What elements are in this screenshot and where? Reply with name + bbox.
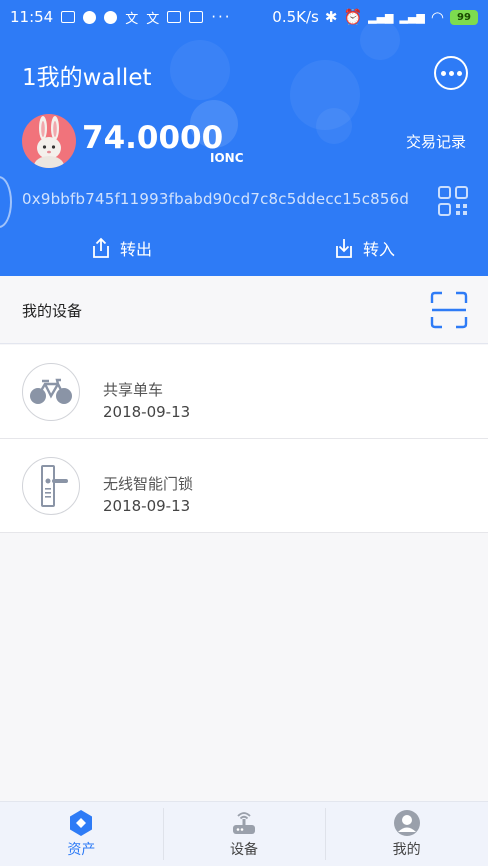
notification-icon [83, 10, 97, 24]
nav-devices[interactable]: 设备 [162, 802, 326, 866]
balance-amount: 74.0000 [82, 120, 224, 156]
nav-profile[interactable]: 我的 [325, 802, 488, 866]
door-lock-icon [41, 465, 68, 507]
download-icon [336, 239, 352, 258]
translate-icon: 文 [125, 11, 139, 27]
device-name: 无线智能门锁 [103, 475, 194, 493]
nav-label: 我的 [392, 842, 421, 858]
balance-unit: IONC [210, 151, 244, 165]
qr-code-icon[interactable] [438, 186, 468, 216]
device-date: 2018-09-13 [103, 497, 191, 515]
transfer-out-label: 转出 [120, 240, 153, 259]
decor-arc [0, 176, 12, 228]
transaction-records-link[interactable]: 交易记录 [406, 131, 466, 152]
keyboard-icon [61, 11, 76, 23]
nav-assets[interactable]: 资产 [0, 802, 163, 866]
wallet-address[interactable]: 0x9bbfb745f11993fbabd90cd7c8c5ddecc15c85… [22, 190, 409, 208]
signal-icon: ▂▄▆ [399, 10, 425, 24]
upload-icon [93, 237, 109, 258]
translate-icon: 文 [146, 11, 160, 27]
bluetooth-icon: ✱ [324, 8, 338, 26]
more-dot [448, 70, 454, 76]
battery-indicator: 99 [450, 9, 478, 25]
status-bar: 11:54 文 文 ··· 0.5K/s ✱ ⏰ ▂▄▆ ▂▄▆ ◠ 99 [0, 0, 488, 34]
device-thumbnail [22, 363, 80, 421]
section-title: 我的设备 [22, 302, 83, 320]
transfer-in-label: 转入 [363, 240, 396, 259]
scan-icon[interactable] [430, 291, 468, 329]
device-list-item[interactable]: 共享单车 2018-09-13 [0, 345, 488, 439]
nav-label: 资产 [67, 842, 96, 858]
bicycle-icon [30, 378, 72, 404]
status-time: 11:54 [10, 8, 54, 26]
device-name: 共享单车 [103, 381, 164, 399]
wallet-title: 1我的wallet [22, 65, 152, 91]
more-dot [440, 70, 446, 76]
decor-circle [170, 40, 230, 100]
empty-area [0, 533, 488, 801]
more-options-button[interactable] [434, 56, 468, 90]
decor-circle [316, 108, 352, 144]
wifi-icon: ◠ [430, 8, 444, 26]
network-speed: 0.5K/s [272, 8, 319, 26]
device-date: 2018-09-13 [103, 403, 191, 421]
user-icon [393, 809, 421, 837]
transfer-in-button[interactable]: 转入 [333, 236, 395, 260]
wallet-header: 11:54 文 文 ··· 0.5K/s ✱ ⏰ ▂▄▆ ▂▄▆ ◠ 99 1我… [0, 0, 488, 276]
more-dot [456, 70, 462, 76]
transfer-out-button[interactable]: 转出 [90, 236, 152, 260]
bottom-nav: 资产 设备 我的 [0, 801, 488, 866]
router-icon [230, 809, 258, 837]
asset-icon [67, 809, 95, 837]
app-icon [167, 11, 182, 23]
avatar[interactable] [22, 114, 76, 168]
signal-icon: ▂▄▆ [368, 10, 394, 24]
device-list-item[interactable]: 无线智能门锁 2018-09-13 [0, 439, 488, 533]
more-notifications-icon: ··· [211, 8, 232, 26]
device-thumbnail [22, 457, 80, 515]
video-app-icon [189, 11, 204, 23]
nav-label: 设备 [230, 842, 258, 858]
alarm-icon: ⏰ [343, 8, 363, 26]
rabbit-avatar-icon [34, 116, 64, 168]
qq-icon [104, 10, 118, 24]
